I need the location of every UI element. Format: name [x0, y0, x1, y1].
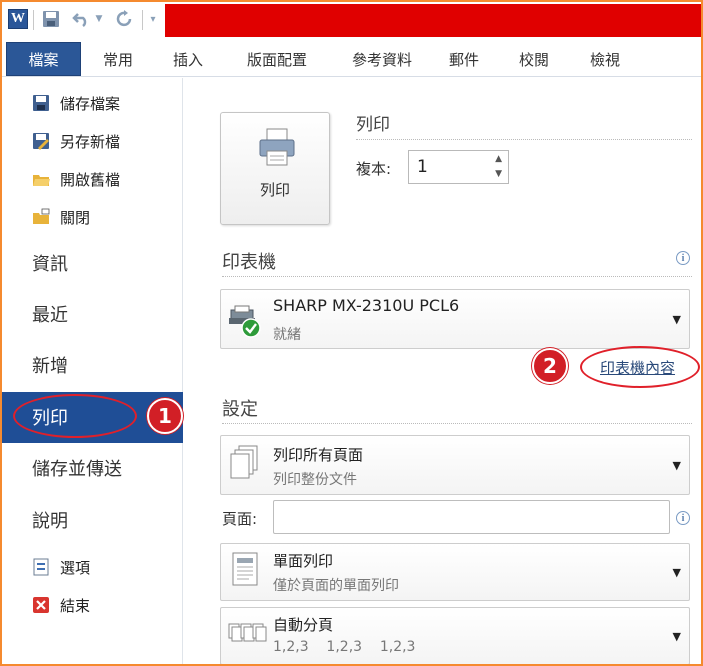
save-icon[interactable] [40, 8, 62, 30]
sides-title: 單面列印 [273, 552, 334, 570]
annotation-badge-2: 2 [532, 348, 568, 384]
save-command-label: 儲存檔案 [60, 94, 121, 113]
save-as-icon [32, 132, 50, 150]
chevron-down-icon: ▼ [672, 566, 681, 579]
save-icon [32, 94, 50, 112]
print-button[interactable]: 列印 [220, 112, 330, 225]
nav-recent[interactable]: 最近 [32, 297, 68, 331]
nav-help[interactable]: 說明 [32, 503, 68, 537]
save-command[interactable]: 儲存檔案 [32, 90, 120, 116]
title-bar-red-area [165, 4, 701, 37]
collated-icon [227, 618, 267, 658]
spin-down-icon[interactable]: ▼ [495, 169, 502, 179]
collation-title: 自動分頁 [273, 616, 334, 634]
close-command[interactable]: 關閉 [32, 204, 90, 230]
printer-section-title: 印表機 [222, 252, 276, 273]
exit-icon [32, 596, 50, 614]
word-window: W ▼ ▾ 檔案 常用 插入 版面配置 參考資料 郵件 校閱 檢視 儲存檔案 另… [0, 0, 703, 666]
undo-icon[interactable] [70, 8, 92, 30]
qat-separator [142, 10, 143, 30]
info-icon[interactable]: i [676, 511, 690, 525]
printer-properties-link[interactable]: 印表機內容 [600, 357, 675, 378]
printer-name: SHARP MX-2310U PCL6 [273, 296, 460, 315]
divider [356, 139, 692, 140]
printer-icon [257, 127, 297, 167]
print-range-dropdown[interactable]: 列印所有頁面 列印整份文件 ▼ [220, 435, 690, 495]
tab-insert[interactable]: 插入 [162, 42, 214, 76]
undo-dropdown-icon[interactable]: ▼ [94, 8, 104, 30]
options-command[interactable]: 選項 [32, 554, 90, 580]
divider [222, 276, 692, 277]
word-logo-icon[interactable]: W [8, 9, 28, 29]
qat-separator [33, 10, 34, 30]
nav-info[interactable]: 資訊 [32, 246, 68, 280]
sides-subtitle: 僅於頁面的單面列印 [273, 578, 399, 594]
spin-up-icon[interactable]: ▲ [495, 154, 502, 164]
chevron-down-icon: ▼ [672, 459, 681, 472]
tab-file[interactable]: 檔案 [6, 42, 81, 76]
nav-save-send[interactable]: 儲存並傳送 [32, 451, 122, 485]
printer-status: 就緒 [273, 327, 301, 343]
print-range-title: 列印所有頁面 [273, 446, 364, 464]
print-heading: 列印 [356, 115, 390, 135]
ribbon-tabs: 檔案 常用 插入 版面配置 參考資料 郵件 校閱 檢視 [2, 38, 701, 77]
options-icon [32, 558, 50, 576]
tab-references[interactable]: 參考資料 [337, 42, 427, 76]
copies-value: 1 [417, 157, 428, 177]
open-command[interactable]: 開啟舊檔 [32, 166, 120, 192]
save-as-command[interactable]: 另存新檔 [32, 128, 120, 154]
open-command-label: 開啟舊檔 [60, 170, 121, 189]
pages-label: 頁面: [222, 510, 258, 528]
annotation-ellipse-1 [13, 394, 137, 438]
pages-input[interactable] [273, 500, 670, 534]
tab-view[interactable]: 檢視 [580, 42, 630, 76]
sides-dropdown[interactable]: 單面列印 僅於頁面的單面列印 ▼ [220, 543, 690, 601]
save-as-command-label: 另存新檔 [60, 132, 121, 151]
tab-page-layout[interactable]: 版面配置 [232, 42, 322, 76]
settings-section-title: 設定 [222, 399, 258, 420]
customize-qat-icon[interactable]: ▾ [147, 8, 159, 30]
info-icon[interactable]: i [676, 251, 690, 265]
chevron-down-icon: ▼ [672, 313, 681, 326]
close-folder-icon [32, 208, 50, 226]
collation-dropdown[interactable]: 自動分頁 1,2,3 1,2,3 1,2,3 ▼ [220, 607, 690, 664]
copies-label: 複本: [356, 160, 392, 178]
close-command-label: 關閉 [60, 208, 91, 227]
chevron-down-icon: ▼ [672, 630, 681, 643]
annotation-badge-1: 1 [147, 398, 183, 434]
tab-review[interactable]: 校閱 [509, 42, 559, 76]
tab-mailings[interactable]: 郵件 [439, 42, 489, 76]
print-button-label: 列印 [259, 181, 290, 199]
options-command-label: 選項 [60, 558, 91, 577]
printer-dropdown[interactable]: SHARP MX-2310U PCL6 就緒 ▼ [220, 289, 690, 349]
one-sided-icon [227, 551, 263, 591]
print-panel: 列印 列印 複本: 1 ▲ ▼ 印表機 i SHARP MX-2310U PCL… [184, 78, 701, 664]
print-range-subtitle: 列印整份文件 [273, 472, 357, 488]
collation-subtitle: 1,2,3 1,2,3 1,2,3 [273, 639, 416, 655]
printer-ready-icon [227, 300, 263, 340]
exit-command-label: 結束 [60, 596, 91, 615]
all-pages-icon [227, 444, 263, 484]
backstage-nav: 儲存檔案 另存新檔 開啟舊檔 關閉 資訊 最近 新增 列印 1 儲存並傳送 說明… [2, 78, 183, 664]
nav-new[interactable]: 新增 [32, 348, 68, 382]
copies-spinner[interactable]: 1 ▲ ▼ [408, 150, 509, 184]
title-bar: W ▼ ▾ [2, 2, 701, 38]
divider [222, 423, 692, 424]
redo-icon[interactable] [114, 8, 136, 30]
tab-home[interactable]: 常用 [92, 42, 144, 76]
exit-command[interactable]: 結束 [32, 592, 90, 618]
open-folder-icon [32, 170, 50, 188]
